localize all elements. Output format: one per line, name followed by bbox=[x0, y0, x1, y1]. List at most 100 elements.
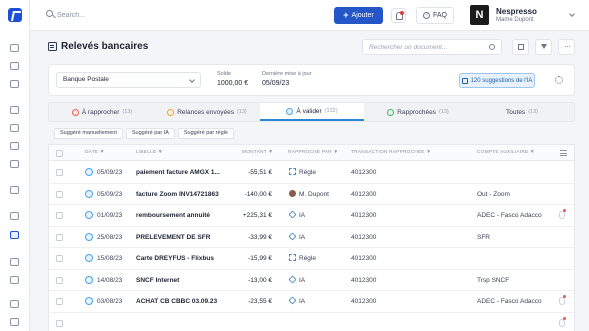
table-row[interactable]: 03/08/23 ACHAT CB CBBC 03.09.23 -23,55 € IA… bbox=[49, 291, 574, 313]
row-date: 03/08/23 bbox=[97, 298, 123, 305]
row-label: remboursement annuité bbox=[136, 212, 211, 219]
attachment-alert-dot bbox=[563, 295, 566, 298]
row-transaction[interactable]: 4012300 bbox=[351, 212, 376, 219]
row-aux-account[interactable]: Out - Zoom bbox=[477, 191, 510, 198]
row-checkbox[interactable] bbox=[56, 212, 63, 219]
row-aux-account[interactable]: ADEC - Fasco Adacco bbox=[477, 212, 542, 219]
table-row[interactable]: 14/08/23 SNCF Internet -13,00 € IA 4012300 Tr… bbox=[49, 270, 574, 291]
company-user: Mame Dupont bbox=[496, 17, 534, 23]
contacts-icon[interactable] bbox=[10, 106, 19, 114]
analytics-icon[interactable] bbox=[10, 258, 19, 266]
notifications-button[interactable] bbox=[391, 8, 406, 23]
document-search[interactable] bbox=[362, 39, 502, 55]
row-transaction[interactable]: 4012300 bbox=[351, 234, 376, 241]
reports-icon[interactable] bbox=[10, 80, 19, 88]
filter-button[interactable] bbox=[535, 39, 552, 55]
rule-icon bbox=[289, 168, 296, 175]
table-row[interactable] bbox=[49, 313, 574, 331]
row-checkbox[interactable] bbox=[56, 169, 63, 176]
row-transaction[interactable]: 4012300 bbox=[351, 169, 376, 176]
topbar: + Ajouter ? FAQ N Nespresso Mame Dupont bbox=[30, 0, 589, 31]
filter-manual[interactable]: Suggéré manuellement bbox=[54, 128, 123, 139]
row-amount: -15,99 € bbox=[248, 255, 272, 262]
dashboard-icon[interactable] bbox=[10, 44, 19, 52]
row-transaction[interactable]: 4012300 bbox=[351, 191, 376, 198]
row-checkbox[interactable] bbox=[56, 298, 63, 305]
col-libelle[interactable]: LIBELLÉ ▼ bbox=[136, 150, 163, 155]
app-logo[interactable] bbox=[8, 8, 22, 22]
company-logo[interactable]: N bbox=[470, 5, 489, 25]
transactions-table: DATE ▼ LIBELLÉ ▼ MONTANT ▼ RAPPROCHÉ PAR… bbox=[48, 144, 575, 331]
balance-label: Solde bbox=[217, 71, 232, 77]
settings-nav-icon[interactable] bbox=[10, 318, 19, 326]
team-icon[interactable] bbox=[10, 186, 19, 194]
tab-label: Rapprochées bbox=[397, 108, 436, 116]
table-row[interactable]: 01/09/23 remboursement annuité +225,31 € IA… bbox=[49, 205, 574, 227]
bank-select[interactable]: Banque Postale bbox=[56, 72, 201, 88]
attachment-icon[interactable] bbox=[559, 297, 565, 305]
document-search-input[interactable] bbox=[369, 42, 484, 53]
row-transaction[interactable]: 4012300 bbox=[351, 298, 376, 305]
row-checkbox[interactable] bbox=[56, 190, 63, 198]
tab-label: À rapprocher bbox=[81, 108, 120, 116]
chevron-down-icon[interactable] bbox=[569, 11, 575, 17]
table-row[interactable]: 05/09/23 paiement facture AMGX 1... -55,51… bbox=[49, 162, 574, 184]
select-all-checkbox[interactable] bbox=[56, 150, 63, 157]
expenses-icon[interactable] bbox=[10, 160, 19, 168]
row-checkbox[interactable] bbox=[56, 233, 63, 241]
tab-a-rapprocher[interactable]: À rapprocher (13) bbox=[51, 103, 153, 121]
columns-icon[interactable] bbox=[560, 150, 567, 156]
attachment-icon[interactable] bbox=[559, 318, 565, 327]
notification-dot bbox=[400, 11, 404, 15]
col-montant[interactable]: MONTANT ▼ bbox=[242, 150, 273, 155]
account-card: Banque Postale Solde 1000,00 € Dernière … bbox=[48, 64, 575, 96]
global-search-input[interactable] bbox=[57, 9, 307, 21]
gear-icon[interactable] bbox=[555, 76, 563, 84]
row-aux-account[interactable]: SFR bbox=[477, 234, 490, 241]
row-aux-account[interactable]: Trsp SNCF bbox=[477, 277, 509, 284]
row-checkbox[interactable] bbox=[56, 276, 63, 284]
tab-relances-envoyees[interactable]: Relances envoyées (13) bbox=[155, 103, 259, 121]
purchases-icon[interactable] bbox=[10, 142, 19, 150]
table-row[interactable]: 15/08/23 Carte DREYFUS - Flixbus -15,99 € R… bbox=[49, 248, 574, 270]
archive-icon[interactable] bbox=[10, 300, 19, 308]
col-date[interactable]: DATE ▼ bbox=[85, 150, 105, 155]
company-name[interactable]: Nespresso bbox=[496, 7, 537, 16]
bank-icon[interactable] bbox=[10, 212, 19, 220]
expand-button[interactable] bbox=[512, 39, 529, 55]
attachment-icon[interactable] bbox=[559, 211, 565, 219]
row-matched-by: IA bbox=[299, 212, 306, 219]
warning-icon bbox=[71, 108, 79, 116]
row-checkbox[interactable] bbox=[56, 255, 63, 262]
attachment-alert-dot bbox=[563, 316, 566, 320]
tab-a-valider[interactable]: À valider (132) bbox=[260, 103, 364, 121]
col-rapproche-par[interactable]: RAPPROCHÉ PAR ▼ bbox=[288, 150, 338, 155]
accounting-icon[interactable] bbox=[10, 276, 19, 284]
row-date: 14/08/23 bbox=[97, 276, 123, 284]
ai-suggestions-button[interactable]: 120 suggestions de l'IA bbox=[459, 73, 535, 88]
col-transaction[interactable]: TRANSACTION RAPPROCHÉE ▼ bbox=[351, 150, 431, 155]
documents-icon[interactable] bbox=[10, 62, 19, 70]
table-row[interactable]: 05/09/23 facture Zoom INV14721863 -140,00 … bbox=[49, 184, 574, 205]
tab-toutes[interactable]: Toutes (13) bbox=[471, 103, 573, 121]
ia-icon bbox=[288, 210, 297, 219]
filter-ia[interactable]: Suggéré par IA bbox=[125, 128, 175, 139]
faq-button[interactable]: ? FAQ bbox=[416, 7, 454, 24]
invoices-icon[interactable] bbox=[10, 124, 19, 132]
status-icon bbox=[85, 211, 93, 219]
add-button[interactable]: + Ajouter bbox=[334, 7, 383, 24]
table-row[interactable]: 25/08/23 PRELEVEMENT DE SFR -33,99 € IA 4012… bbox=[49, 227, 574, 248]
row-transaction[interactable]: 4012300 bbox=[351, 255, 376, 262]
row-amount: -33,99 € bbox=[248, 233, 272, 241]
col-compte[interactable]: COMPTE AUXILIAIRE ▼ bbox=[477, 150, 535, 155]
row-aux-account[interactable]: ADEC - Fasco Adacco bbox=[477, 298, 542, 305]
tab-rapprochees[interactable]: Rapprochées (13) bbox=[366, 103, 470, 121]
row-transaction[interactable]: 4012300 bbox=[351, 277, 376, 284]
filter-rule[interactable]: Suggéré par règle bbox=[177, 128, 234, 139]
more-button[interactable]: ··· bbox=[558, 39, 575, 55]
row-checkbox[interactable] bbox=[56, 319, 63, 327]
row-label: facture Zoom INV14721863 bbox=[136, 190, 219, 198]
search-icon bbox=[489, 44, 495, 50]
row-label: SNCF Internet bbox=[136, 276, 180, 284]
bank-statements-icon[interactable] bbox=[10, 231, 19, 239]
